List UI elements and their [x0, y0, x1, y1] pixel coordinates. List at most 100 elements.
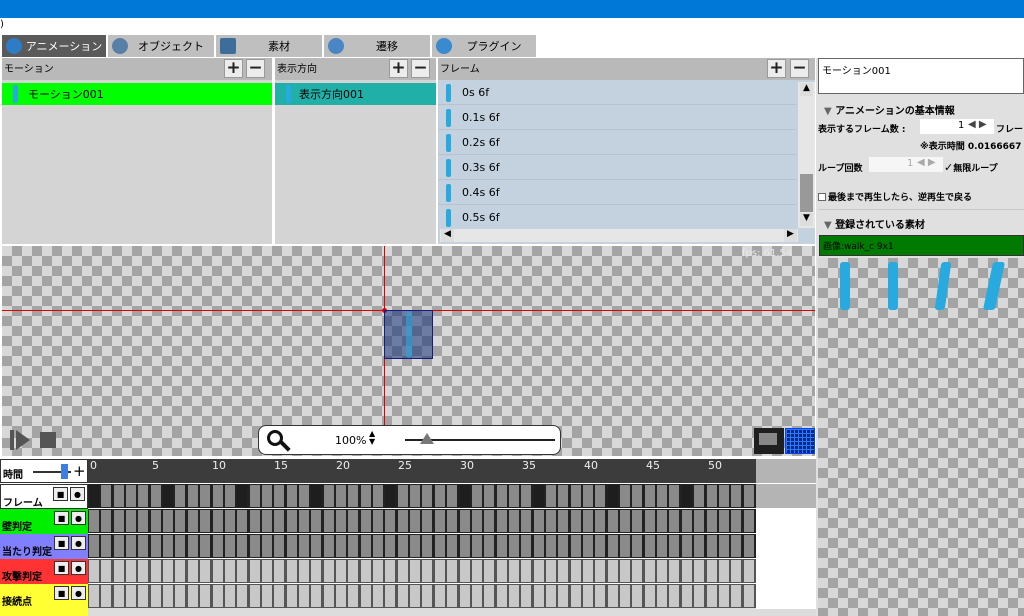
timeline-cell[interactable] — [447, 560, 458, 582]
timeline-cell[interactable] — [743, 485, 754, 507]
scroll-right-icon[interactable]: ▶ — [784, 229, 797, 242]
scroll-up-icon[interactable]: ▲ — [800, 83, 813, 96]
timeline-cell[interactable] — [657, 485, 668, 507]
timeline-cell[interactable] — [138, 535, 149, 557]
timeline-cell[interactable] — [706, 585, 717, 607]
timeline-cell[interactable] — [336, 485, 346, 507]
asset-list-item[interactable]: 画像:walk_c 9x1 — [819, 235, 1024, 256]
timeline-cell[interactable] — [521, 585, 532, 607]
timeline-cell[interactable] — [484, 535, 495, 557]
timeline-cell[interactable] — [558, 510, 569, 532]
timeline-cell[interactable] — [175, 585, 186, 607]
timeline-cell[interactable] — [101, 510, 112, 532]
timeline-cell[interactable] — [261, 485, 272, 507]
timeline-cell[interactable] — [200, 585, 211, 607]
eye-icon[interactable]: ● — [70, 487, 85, 501]
timeline-cell[interactable] — [743, 585, 754, 607]
timeline-cell[interactable] — [706, 485, 717, 507]
timeline-cell[interactable] — [126, 535, 137, 557]
sprite-bounding-box[interactable] — [384, 310, 433, 359]
timeline-cell[interactable] — [521, 510, 532, 532]
timeline-cell[interactable] — [731, 485, 742, 507]
timeline-cell[interactable] — [187, 535, 198, 557]
basic-info-header[interactable]: ▼ アニメーションの基本情報 — [824, 102, 955, 117]
loop-count-spinner[interactable]: 1 ◀ ▶ — [869, 157, 943, 172]
timeline-cell[interactable] — [644, 585, 655, 607]
timeline-cell[interactable] — [274, 510, 285, 532]
timeline-cell[interactable] — [508, 510, 519, 532]
timeline-cell[interactable] — [200, 510, 211, 532]
timeline-cell[interactable] — [595, 510, 606, 532]
timeline-cell[interactable] — [397, 560, 408, 582]
timeline-cell[interactable] — [607, 585, 618, 607]
timeline-cell[interactable] — [620, 510, 631, 532]
timeline-cell[interactable] — [447, 535, 458, 557]
timeline-cell[interactable] — [496, 560, 507, 582]
timeline-cell[interactable] — [89, 585, 99, 607]
timeline-cell[interactable] — [743, 510, 754, 532]
timeline-cell[interactable] — [323, 485, 334, 507]
zoom-slider-thumb[interactable] — [420, 433, 434, 444]
timeline-cell[interactable] — [459, 585, 470, 607]
timeline-cell[interactable] — [410, 485, 421, 507]
timeline-cell[interactable] — [422, 485, 433, 507]
timeline-cell[interactable] — [348, 585, 359, 607]
tab-object[interactable]: オブジェクト — [108, 35, 214, 57]
timeline-cell[interactable] — [632, 585, 643, 607]
timeline-cell[interactable] — [434, 510, 445, 532]
timeline-cell[interactable] — [607, 485, 618, 507]
timeline-cell[interactable] — [397, 535, 408, 557]
timeline-cell[interactable] — [545, 485, 556, 507]
timeline-cell[interactable] — [311, 560, 322, 582]
timeline-cell[interactable] — [373, 585, 384, 607]
timeline-cell[interactable] — [397, 510, 408, 532]
timeline-cell[interactable] — [496, 585, 507, 607]
timeline-cell[interactable] — [459, 485, 470, 507]
tab-material[interactable]: 素材 — [216, 35, 322, 57]
direction-list-item[interactable]: 表示方向001 — [275, 83, 436, 105]
name-field[interactable]: モーション001 — [818, 58, 1024, 94]
timeline-cell[interactable] — [150, 510, 161, 532]
timeline-cell[interactable] — [694, 535, 705, 557]
timeline-cell[interactable] — [261, 560, 272, 582]
timeline-cell[interactable] — [410, 585, 421, 607]
timeline-cell[interactable] — [694, 560, 705, 582]
timeline-cell[interactable] — [237, 485, 248, 507]
timeline-cell[interactable] — [348, 510, 359, 532]
timeline-cell[interactable] — [410, 535, 421, 557]
timeline-cell[interactable] — [274, 560, 285, 582]
frame-list-item[interactable]: 0.2s 6f — [438, 131, 796, 155]
view-toggle-button[interactable] — [754, 428, 784, 454]
timeline-cell[interactable] — [558, 485, 569, 507]
timeline-cell[interactable] — [706, 535, 717, 557]
timeline-cell[interactable] — [718, 535, 729, 557]
timeline-cell[interactable] — [471, 535, 482, 557]
timeline-cell[interactable] — [533, 535, 544, 557]
timeline-cell[interactable] — [237, 560, 248, 582]
timeline-cell[interactable] — [422, 510, 433, 532]
timeline-cell[interactable] — [434, 485, 445, 507]
timeline-cell[interactable] — [249, 510, 260, 532]
frame-list-hscrollbar[interactable]: ◀ ▶ — [440, 229, 798, 242]
timeline-cell[interactable] — [113, 535, 124, 557]
tab-plugin[interactable]: プラグイン — [432, 35, 536, 57]
track-attack-cells[interactable] — [88, 559, 756, 583]
eye-icon[interactable]: ● — [71, 536, 86, 550]
timeline-cell[interactable] — [373, 535, 384, 557]
timeline-cell[interactable] — [743, 560, 754, 582]
timeline-cell[interactable] — [286, 535, 297, 557]
timeline-cell[interactable] — [138, 485, 149, 507]
timeline-cell[interactable] — [471, 560, 482, 582]
timeline-cell[interactable] — [150, 560, 161, 582]
timeline-cell[interactable] — [298, 535, 309, 557]
timeline-cell[interactable] — [681, 510, 692, 532]
timeline-cell[interactable] — [385, 535, 396, 557]
timeline-cell[interactable] — [249, 535, 260, 557]
timeline-cell[interactable] — [113, 560, 124, 582]
timeline-cell[interactable] — [336, 560, 346, 582]
track-label-connection[interactable]: 接続点 ■ ● — [0, 584, 88, 616]
timeline-cell[interactable] — [434, 585, 445, 607]
timeline-cell[interactable] — [101, 585, 112, 607]
track-label-hit[interactable]: 当たり判定 ■ ● — [0, 534, 88, 559]
scroll-down-icon[interactable]: ▼ — [800, 213, 813, 226]
